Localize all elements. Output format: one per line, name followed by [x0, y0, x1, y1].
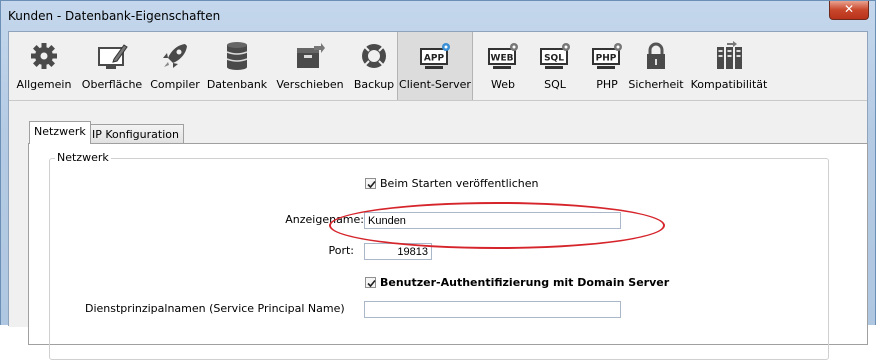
spn-input[interactable]: [364, 301, 621, 318]
toolbar-item-web[interactable]: WEB Web: [477, 32, 529, 100]
network-group-label: Netzwerk: [55, 151, 111, 164]
close-button[interactable]: ✕: [829, 1, 869, 20]
compatibility-icon: [713, 41, 745, 71]
web-icon-text: WEB: [491, 54, 514, 64]
window-title: Kunden - Datenbank-Eigenschaften: [8, 9, 221, 23]
lifebuoy-icon: [358, 41, 390, 71]
toolbar-item-label: Backup: [353, 78, 395, 91]
database-icon: [221, 41, 253, 71]
spn-label: Dienstprinzipalnamen (Service Principal …: [85, 302, 345, 315]
tab-netzwerk[interactable]: Netzwerk: [29, 121, 91, 144]
toolbar-item-sicherheit[interactable]: Sicherheit: [625, 32, 687, 100]
php-icon: PHP: [591, 41, 623, 71]
sql-icon: SQL: [539, 41, 571, 71]
publish-on-start-label: Beim Starten veröffentlichen: [380, 177, 539, 190]
padlock-icon: [640, 41, 672, 71]
toolbar-item-client-server[interactable]: APP Client-Server: [397, 32, 473, 100]
toolbar-item-label: Web: [491, 78, 515, 91]
checkmark-icon: [367, 180, 376, 189]
tab-ip-konfiguration[interactable]: IP Konfiguration: [87, 124, 184, 144]
toolbar-item-datenbank[interactable]: Datenbank: [205, 32, 269, 100]
checkmark-icon: [367, 279, 376, 288]
toolbar-item-label: Verschieben: [276, 78, 344, 91]
gear-icon: [28, 41, 60, 71]
app-server-icon: APP: [419, 41, 451, 71]
sql-icon-text: SQL: [544, 54, 564, 64]
toolbar-item-verschieben[interactable]: Verschieben: [269, 32, 351, 100]
toolbar-item-label: Client-Server: [399, 78, 471, 91]
toolbar-item-oberflaeche[interactable]: Oberfläche: [79, 32, 145, 100]
web-icon: WEB: [487, 41, 519, 71]
toolbar-item-label: Allgemein: [16, 78, 72, 91]
php-icon-text: PHP: [596, 54, 617, 64]
toolbar-item-allgemein[interactable]: Allgemein: [9, 32, 79, 100]
port-label: Port:: [328, 244, 354, 257]
toolbar-item-label: Kompatibilität: [690, 78, 768, 91]
toolbar-item-label: Compiler: [150, 78, 200, 91]
domain-auth-label: Benutzer-Authentifizierung mit Domain Se…: [380, 276, 670, 289]
publish-on-start-checkbox[interactable]: [365, 178, 376, 189]
highlight-ellipse: [329, 202, 665, 249]
title-bar: Kunden - Datenbank-Eigenschaften ✕: [1, 1, 875, 31]
move-box-icon: [294, 41, 326, 71]
toolbar-item-compiler[interactable]: Compiler: [145, 32, 205, 100]
category-toolbar: Allgemein Oberfläche Compiler Datenbank …: [9, 32, 867, 101]
properties-window: Kunden - Datenbank-Eigenschaften ✕ Allge…: [0, 0, 876, 360]
app-icon-text: APP: [424, 54, 445, 64]
toolbar-item-sql[interactable]: SQL SQL: [529, 32, 581, 100]
domain-auth-checkbox[interactable]: [365, 277, 376, 288]
toolbar-item-label: SQL: [544, 78, 566, 91]
toolbar-item-label: Datenbank: [206, 78, 268, 91]
window-client-area: Allgemein Oberfläche Compiler Datenbank …: [8, 31, 868, 360]
toolbar-item-label: Sicherheit: [628, 78, 684, 91]
toolbar-item-kompatibilitaet[interactable]: Kompatibilität: [689, 32, 769, 100]
toolbar-item-label: Oberfläche: [81, 78, 143, 91]
toolbar-item-backup[interactable]: Backup: [351, 32, 397, 100]
pencil-monitor-icon: [96, 41, 128, 71]
rocket-icon: [159, 41, 191, 71]
close-icon: ✕: [843, 2, 855, 16]
